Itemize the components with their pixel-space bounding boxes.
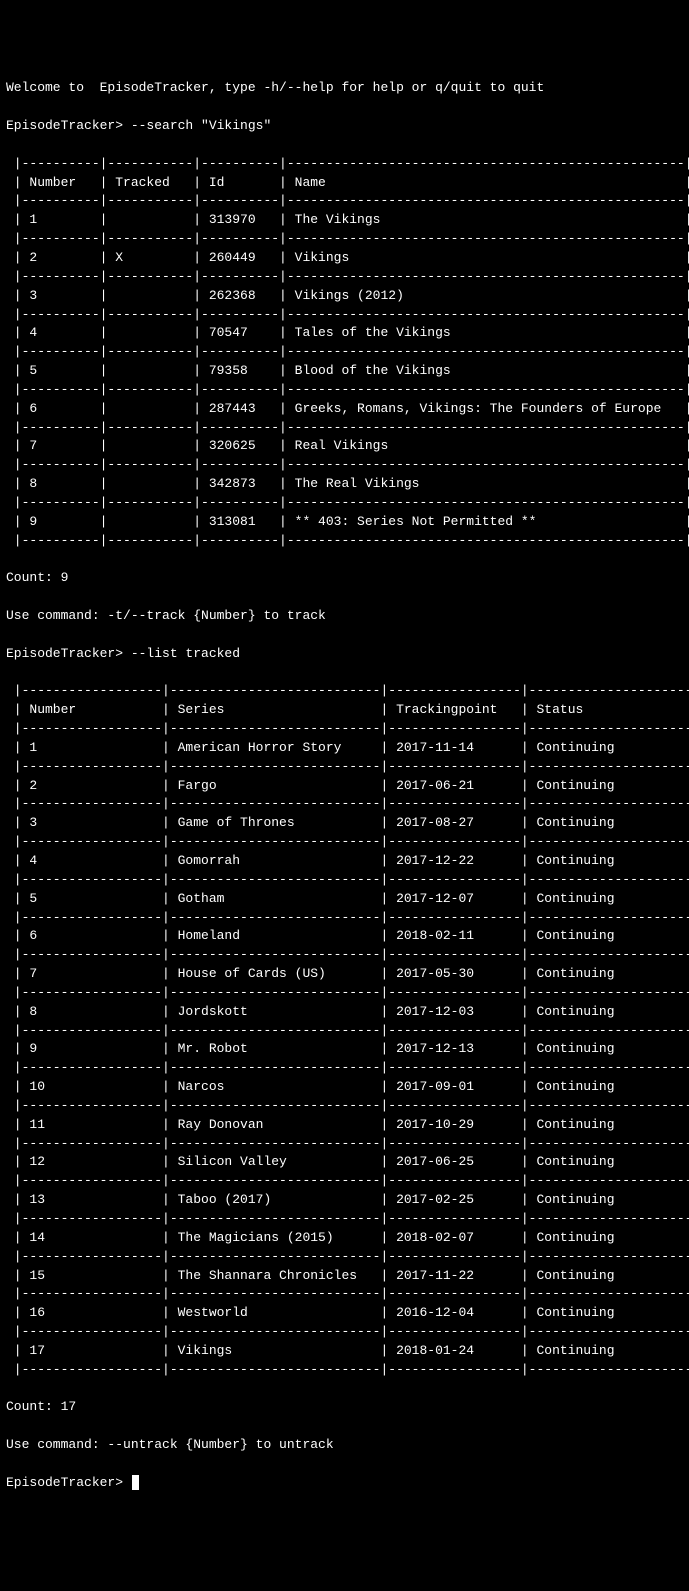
search-table-line: |----------|-----------|----------|-----…: [6, 419, 683, 438]
blank-line: [6, 1417, 683, 1436]
tracked-table-line: | 10 | Narcos | 2017-09-01 | Continuing …: [6, 1078, 683, 1097]
search-table-line: | 8 | | 342873 | The Real Vikings | Cont…: [6, 475, 683, 494]
prompt-search[interactable]: EpisodeTracker> --search "Vikings": [6, 117, 683, 136]
tracked-table-line: | 15 | The Shannara Chronicles | 2017-11…: [6, 1267, 683, 1286]
tracked-count: Count: 17: [6, 1398, 683, 1417]
tracked-table-line: | 9 | Mr. Robot | 2017-12-13 | Continuin…: [6, 1040, 683, 1059]
search-table-line: |----------|-----------|----------|-----…: [6, 343, 683, 362]
tracked-table-line: |------------------|--------------------…: [6, 1210, 683, 1229]
tracked-table-line: | 14 | The Magicians (2015) | 2018-02-07…: [6, 1229, 683, 1248]
blank-line: [6, 550, 683, 569]
untrack-hint: Use command: --untrack {Number} to untra…: [6, 1436, 683, 1455]
search-table-line: | 3 | | 262368 | Vikings (2012) | Ended …: [6, 287, 683, 306]
search-table-line: |----------|-----------|----------|-----…: [6, 268, 683, 287]
tracked-table-line: | 11 | Ray Donovan | 2017-10-29 | Contin…: [6, 1116, 683, 1135]
search-table-line: | 6 | | 287443 | Greeks, Romans, Vikings…: [6, 400, 683, 419]
tracked-table-line: | 6 | Homeland | 2018-02-11 | Continuing…: [6, 927, 683, 946]
search-table-line: | 2 | X | 260449 | Vikings | Continuing …: [6, 249, 683, 268]
blank-line: [6, 98, 683, 117]
tracked-table-line: |------------------|--------------------…: [6, 758, 683, 777]
tracked-table-line: |------------------|--------------------…: [6, 909, 683, 928]
search-table-line: |----------|-----------|----------|-----…: [6, 532, 683, 551]
tracked-table-line: | 5 | Gotham | 2017-12-07 | Continuing |…: [6, 890, 683, 909]
tracked-table-line: |------------------|--------------------…: [6, 1323, 683, 1342]
tracked-table-line: |------------------|--------------------…: [6, 1097, 683, 1116]
terminal-output[interactable]: Welcome to EpisodeTracker, type -h/--hel…: [6, 79, 683, 1492]
tracked-table-line: | 12 | Silicon Valley | 2017-06-25 | Con…: [6, 1153, 683, 1172]
tracked-table-line: | 7 | House of Cards (US) | 2017-05-30 |…: [6, 965, 683, 984]
tracked-table-line: | Number | Series | Trackingpoint | Stat…: [6, 701, 683, 720]
tracked-table-line: |------------------|--------------------…: [6, 984, 683, 1003]
search-table-line: | 9 | | 313081 | ** 403: Series Not Perm…: [6, 513, 683, 532]
search-table-line: | 4 | | 70547 | Tales of the Vikings | E…: [6, 324, 683, 343]
tracked-table-line: |------------------|--------------------…: [6, 1022, 683, 1041]
tracked-table-line: |------------------|--------------------…: [6, 1248, 683, 1267]
tracked-table-line: | 17 | Vikings | 2018-01-24 | Continuing…: [6, 1342, 683, 1361]
search-table-line: |----------|-----------|----------|-----…: [6, 494, 683, 513]
blank-line: [6, 136, 683, 155]
tracked-table-line: |------------------|--------------------…: [6, 720, 683, 739]
search-table-line: |----------|-----------|----------|-----…: [6, 381, 683, 400]
search-table-line: | Number | Tracked | Id | Name | Status …: [6, 174, 683, 193]
tracked-table-line: |------------------|--------------------…: [6, 1059, 683, 1078]
tracked-table-line: |------------------|--------------------…: [6, 833, 683, 852]
blank-line: [6, 588, 683, 607]
tracked-table-line: | 8 | Jordskott | 2017-12-03 | Continuin…: [6, 1003, 683, 1022]
search-table-line: | 7 | | 320625 | Real Vikings | Continui…: [6, 437, 683, 456]
tracked-table-line: | 4 | Gomorrah | 2017-12-22 | Continuing…: [6, 852, 683, 871]
tracked-table-line: |------------------|--------------------…: [6, 946, 683, 965]
tracked-table-line: |------------------|--------------------…: [6, 1285, 683, 1304]
search-table-line: |----------|-----------|----------|-----…: [6, 230, 683, 249]
cursor-icon: [132, 1475, 139, 1490]
tracked-table-line: |------------------|--------------------…: [6, 795, 683, 814]
search-count: Count: 9: [6, 569, 683, 588]
track-hint: Use command: -t/--track {Number} to trac…: [6, 607, 683, 626]
tracked-table-line: |------------------|--------------------…: [6, 682, 683, 701]
prompt-list[interactable]: EpisodeTracker> --list tracked: [6, 645, 683, 664]
tracked-table-line: | 2 | Fargo | 2017-06-21 | Continuing | …: [6, 777, 683, 796]
tracked-table-line: |------------------|--------------------…: [6, 871, 683, 890]
search-table-line: | 1 | | 313970 | The Vikings | Ended |: [6, 211, 683, 230]
prompt-input[interactable]: EpisodeTracker>: [6, 1474, 683, 1493]
tracked-table-line: |------------------|--------------------…: [6, 1361, 683, 1380]
tracked-table-line: | 3 | Game of Thrones | 2017-08-27 | Con…: [6, 814, 683, 833]
tracked-table-line: |------------------|--------------------…: [6, 1135, 683, 1154]
search-table-line: |----------|-----------|----------|-----…: [6, 192, 683, 211]
tracked-table-line: | 16 | Westworld | 2016-12-04 | Continui…: [6, 1304, 683, 1323]
blank-line: [6, 664, 683, 683]
search-table-line: |----------|-----------|----------|-----…: [6, 155, 683, 174]
tracked-table-line: |------------------|--------------------…: [6, 1172, 683, 1191]
tracked-table-line: | 13 | Taboo (2017) | 2017-02-25 | Conti…: [6, 1191, 683, 1210]
blank-line: [6, 1380, 683, 1399]
blank-line: [6, 626, 683, 645]
blank-line: [6, 1455, 683, 1474]
welcome-message: Welcome to EpisodeTracker, type -h/--hel…: [6, 79, 683, 98]
search-table-line: | 5 | | 79358 | Blood of the Vikings | E…: [6, 362, 683, 381]
search-table-line: |----------|-----------|----------|-----…: [6, 456, 683, 475]
tracked-table-line: | 1 | American Horror Story | 2017-11-14…: [6, 739, 683, 758]
search-table-line: |----------|-----------|----------|-----…: [6, 306, 683, 325]
